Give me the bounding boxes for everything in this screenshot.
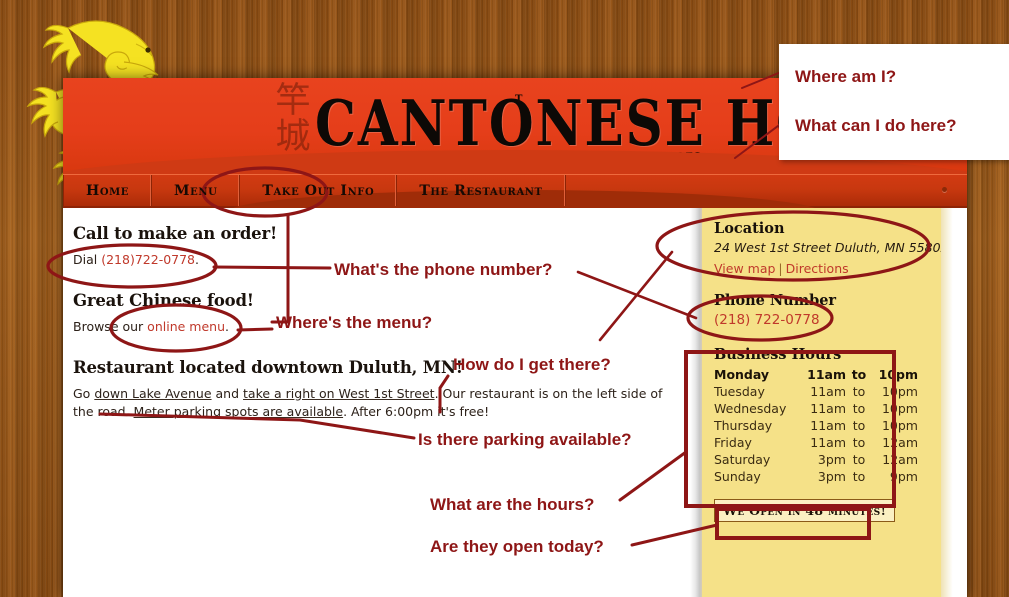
hours-cell-close: 9pm [889,469,918,484]
dial-suffix: . [195,252,199,267]
browse-line: Browse our online menu. [73,318,676,336]
hours-cell-open: 11am [810,384,846,399]
site-tagline: Serving chinese and american food since … [381,150,703,166]
hours-cell-to: to [851,367,867,382]
main-content: Call to make an order! Dial (218)722-077… [63,208,690,597]
hours-row: Sunday 3pm to 9pm [714,468,918,485]
page-body: Call to make an order! Dial (218)722-077… [63,208,967,597]
location-address: 24 West 1st Street Duluth, MN 55802 [714,240,949,255]
directions-go: Go [73,386,95,401]
hours-cell-close: 10pm [878,367,918,382]
business-hours-block: Business Hours Monday 11am to 10pm Tuesday 11… [714,346,940,485]
hours-cell-day: Sunday [714,469,761,484]
restaurant-webpage: 竿城 CANTONESE HOUSE Serving chinese and a… [63,78,967,597]
hours-cell-day: Friday [714,435,752,450]
heading-restaurant-location: Restaurant located downtown Duluth, MN! [73,358,463,377]
heading-great-chinese-food: Great Chinese food! [73,291,254,310]
hours-cell-to: to [852,469,866,484]
hours-cell-day: Saturday [714,452,771,467]
stray-overflow-character: t [515,90,523,106]
directions-free: . After 6:00pm it's free! [343,404,490,419]
heading-call-to-order: Call to make an order! [73,224,278,243]
link-separator: | [778,261,783,276]
hours-cell-close: 10pm [881,401,918,416]
phone-heading: Phone Number [714,292,837,309]
nav-item-the-restaurant[interactable]: The Restaurant [397,175,566,206]
view-map-link[interactable]: View map [714,261,775,276]
chinese-logo-characters: 竿城 [275,81,311,157]
directions-street-west-1st: take a right on West 1st Street [243,386,435,401]
hours-row: Tuesday 11am to 10pm [714,383,918,400]
hours-cell-open: 11am [810,435,846,450]
browse-prefix: Browse our [73,319,148,334]
phone-link[interactable]: (218)722-0778 [101,252,195,267]
phone-value: (218) 722-0778 [714,312,820,328]
directions-parking: Meter parking spots are available [133,404,344,419]
desktop-background: 竿城 CANTONESE HOUSE Serving chinese and a… [0,0,1009,597]
info-sidebar: Location 24 West 1st Street Duluth, MN 5… [702,208,952,597]
directions-street-lake-avenue: down Lake Avenue [94,386,212,401]
hours-cell-to: to [852,418,866,433]
hours-cell-close: 10pm [881,384,918,399]
nav-dot-icon [942,187,947,192]
site-wordmark: CANTONESE HOUSE [315,87,950,161]
hours-cell-to: to [852,435,866,450]
nav-filler [566,175,967,206]
directions-and: and [211,386,244,401]
hours-row: Friday 11am to 12am [714,434,918,451]
open-status-badge: We Open in 48 minutes! [714,499,896,522]
hours-cell-close: 10pm [881,418,918,433]
hours-cell-day: Thursday [714,418,773,433]
hours-heading: Business Hours [714,346,842,363]
hours-cell-open: 11am [810,418,846,433]
hours-cell-close: 12am [882,435,918,450]
hours-cell-to: to [852,452,866,467]
hours-row: Monday 11am to 10pm [714,366,918,383]
hours-cell-close: 12am [882,452,918,467]
hours-cell-open: 3pm [817,452,846,467]
dial-line: Dial (218)722-0778. [73,251,676,269]
hours-cell-open: 3pm [817,469,846,484]
main-navigation: Home Menu Take Out Info The Restaurant [63,174,967,236]
hours-cell-open: 11am [807,367,846,382]
hours-cell-day: Monday [714,367,770,382]
hours-table: Monday 11am to 10pm Tuesday 11am to 10pm Wednesd… [714,366,918,485]
page-gutter [941,208,967,597]
hours-row: Wednesday 11am to 10pm [714,400,918,417]
location-links: View map | Directions [714,261,940,276]
hours-row: Saturday 3pm to 12am [714,451,918,468]
nav-item-take-out-info[interactable]: Take Out Info [240,175,398,206]
browse-suffix: . [225,319,229,334]
hours-cell-to: to [852,401,866,416]
nav-item-home[interactable]: Home [63,175,153,206]
dial-prefix: Dial [73,252,102,267]
hours-cell-day: Wednesday [714,401,787,416]
hours-cell-to: to [852,384,866,399]
hours-cell-day: Tuesday [714,384,765,399]
nav-item-menu[interactable]: Menu [152,175,241,206]
directions-paragraph: Go down Lake Avenue and take a right on … [73,385,676,421]
sidebar-shadow [690,208,702,597]
directions-link[interactable]: Directions [786,261,849,276]
hours-row: Thursday 11am to 10pm [714,417,918,434]
hours-cell-open: 11am [810,401,846,416]
location-heading: Location [714,220,785,237]
online-menu-link[interactable]: online menu [147,319,225,334]
